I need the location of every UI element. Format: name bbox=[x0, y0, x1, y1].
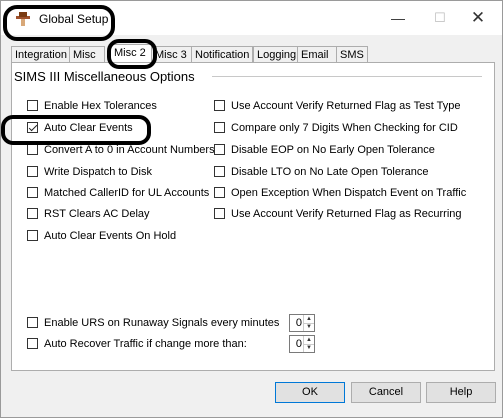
checkbox-box[interactable] bbox=[27, 100, 38, 111]
help-button[interactable]: Help bbox=[426, 382, 496, 403]
close-button[interactable]: ✕ bbox=[463, 7, 493, 29]
tab-misc[interactable]: Misc bbox=[69, 46, 105, 63]
checkbox-label: RST Clears AC Delay bbox=[44, 208, 150, 220]
checkbox-label: Auto Clear Events bbox=[44, 122, 133, 134]
checkbox-enable-urs[interactable]: Enable URS on Runaway Signals every minu… bbox=[27, 316, 279, 330]
hat-icon bbox=[16, 12, 30, 26]
checkbox-write-dispatch[interactable]: Write Dispatch to Disk bbox=[27, 165, 152, 179]
title-bar: Global Setup — ☐ ✕ bbox=[1, 1, 502, 35]
checkbox-rst-clears-ac-delay[interactable]: RST Clears AC Delay bbox=[27, 207, 150, 221]
checkbox-box[interactable] bbox=[27, 338, 38, 349]
spinner-arrows: ▲ ▼ bbox=[303, 336, 314, 352]
urs-minutes-spinner[interactable]: 0 ▲ ▼ bbox=[289, 314, 315, 332]
checkbox-label: Write Dispatch to Disk bbox=[44, 166, 152, 178]
minimize-button[interactable]: — bbox=[383, 7, 413, 29]
checkbox-matched-callerid[interactable]: Matched CallerID for UL Accounts bbox=[27, 186, 209, 200]
checkbox-label: Matched CallerID for UL Accounts bbox=[44, 187, 210, 199]
checkbox-label: Disable EOP on No Early Open Tolerance bbox=[231, 144, 435, 156]
tab-integration[interactable]: Integration bbox=[11, 46, 71, 63]
checkbox-label: Auto Clear Events On Hold bbox=[44, 230, 177, 242]
checkbox-label: Compare only 7 Digits When Checking for … bbox=[231, 122, 458, 134]
tab-notification[interactable]: Notification bbox=[191, 46, 253, 63]
cancel-button[interactable]: Cancel bbox=[351, 382, 421, 403]
checkbox-box[interactable] bbox=[214, 187, 225, 198]
checkbox-box[interactable] bbox=[27, 230, 38, 241]
checkbox-convert-a-to-0[interactable]: Convert A to 0 in Account Numbers bbox=[27, 143, 215, 157]
checkbox-label: Auto Recover Traffic if change more than… bbox=[44, 338, 247, 350]
group-divider bbox=[212, 76, 482, 77]
arrow-down-icon[interactable]: ▼ bbox=[304, 344, 314, 352]
tab-misc-2[interactable]: Misc 2 bbox=[110, 44, 154, 64]
window-title: Global Setup bbox=[39, 12, 109, 26]
checkbox-enable-hex-tolerances[interactable]: Enable Hex Tolerances bbox=[27, 99, 157, 113]
checkbox-box[interactable] bbox=[214, 122, 225, 133]
checkbox-label: Convert A to 0 in Account Numbers bbox=[44, 144, 215, 156]
checkbox-auto-clear-events[interactable]: Auto Clear Events bbox=[27, 121, 133, 135]
checkbox-box[interactable] bbox=[214, 144, 225, 155]
checkbox-box[interactable] bbox=[27, 317, 38, 328]
spinner-value[interactable]: 0 bbox=[290, 336, 302, 352]
group-title: SIMS III Miscellaneous Options bbox=[14, 69, 195, 84]
checkbox-box[interactable] bbox=[214, 208, 225, 219]
checkbox-label: Disable LTO on No Late Open Tolerance bbox=[231, 166, 429, 178]
checkbox-auto-clear-on-hold[interactable]: Auto Clear Events On Hold bbox=[27, 229, 176, 243]
checkbox-box[interactable] bbox=[27, 187, 38, 198]
tab-misc-3[interactable]: Misc 3 bbox=[151, 46, 195, 63]
checkbox-compare-7-digits[interactable]: Compare only 7 Digits When Checking for … bbox=[214, 121, 458, 135]
global-setup-window: Global Setup — ☐ ✕ Integration Misc Misc… bbox=[0, 0, 503, 418]
checkbox-open-exception-dispatch[interactable]: Open Exception When Dispatch Event on Tr… bbox=[214, 186, 466, 200]
tab-logging[interactable]: Logging bbox=[253, 46, 301, 63]
checkbox-label: Open Exception When Dispatch Event on Tr… bbox=[231, 187, 467, 199]
checkbox-auto-recover-traffic[interactable]: Auto Recover Traffic if change more than… bbox=[27, 337, 247, 351]
checkbox-label: Enable URS on Runaway Signals every minu… bbox=[44, 317, 280, 329]
checkbox-label: Use Account Verify Returned Flag as Test… bbox=[231, 100, 461, 112]
checkbox-box[interactable] bbox=[214, 100, 225, 111]
checkbox-box[interactable] bbox=[27, 144, 38, 155]
checkbox-verify-flag-recurring[interactable]: Use Account Verify Returned Flag as Recu… bbox=[214, 207, 462, 221]
checkbox-box[interactable] bbox=[214, 166, 225, 177]
checkbox-label: Use Account Verify Returned Flag as Recu… bbox=[231, 208, 462, 220]
checkbox-disable-lto[interactable]: Disable LTO on No Late Open Tolerance bbox=[214, 165, 429, 179]
ok-button[interactable]: OK bbox=[275, 382, 345, 403]
spinner-value[interactable]: 0 bbox=[290, 315, 302, 331]
tab-email[interactable]: Email bbox=[297, 46, 338, 63]
tab-sms[interactable]: SMS bbox=[336, 46, 368, 63]
checkbox-box[interactable] bbox=[27, 122, 38, 133]
checkbox-box[interactable] bbox=[27, 166, 38, 177]
checkbox-box[interactable] bbox=[27, 208, 38, 219]
checkbox-disable-eop[interactable]: Disable EOP on No Early Open Tolerance bbox=[214, 143, 435, 157]
checkbox-label: Enable Hex Tolerances bbox=[44, 100, 157, 112]
spinner-arrows: ▲ ▼ bbox=[303, 315, 314, 331]
checkbox-verify-flag-test-type[interactable]: Use Account Verify Returned Flag as Test… bbox=[214, 99, 461, 113]
arrow-down-icon[interactable]: ▼ bbox=[304, 323, 314, 331]
maximize-button[interactable]: ☐ bbox=[425, 7, 455, 29]
recover-traffic-spinner[interactable]: 0 ▲ ▼ bbox=[289, 335, 315, 353]
